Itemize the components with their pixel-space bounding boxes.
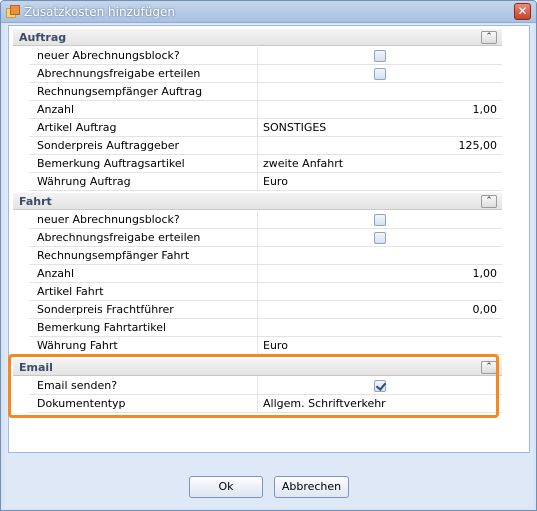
property-value[interactable]: 0,00 [259, 301, 501, 319]
group-title: Fahrt [19, 195, 52, 208]
property-label: Sonderpreis Frachtführer [29, 301, 258, 319]
property-row[interactable]: Abrechnungsfreigabe erteilen [29, 229, 502, 247]
app-icon [6, 5, 20, 19]
property-row[interactable]: Anzahl 1,00 [29, 101, 502, 119]
property-row[interactable]: Bemerkung Fahrtartikel [29, 319, 502, 337]
checkbox[interactable] [374, 50, 386, 62]
property-label: Sonderpreis Auftraggeber [29, 137, 258, 155]
collapse-icon[interactable]: ⌃ [481, 361, 497, 374]
property-label: Email senden? [29, 377, 258, 395]
property-label: neuer Abrechnungsblock? [29, 47, 258, 65]
property-value[interactable]: SONSTIGES [259, 119, 501, 137]
property-label: Anzahl [29, 265, 258, 283]
property-value[interactable]: Allgem. Schriftverkehr [259, 395, 501, 413]
collapse-icon[interactable]: ⌃ [481, 31, 497, 44]
property-value[interactable] [259, 247, 501, 265]
property-label: Bemerkung Auftragsartikel [29, 155, 258, 173]
property-label: Rechnungsempfänger Fahrt [29, 247, 258, 265]
group-header-fahrt[interactable]: Fahrt ⌃ [13, 193, 502, 210]
property-label: Abrechnungsfreigabe erteilen [29, 229, 258, 247]
property-value[interactable] [259, 319, 501, 337]
close-button[interactable]: ✕ [514, 3, 531, 20]
property-row[interactable]: neuer Abrechnungsblock? [29, 47, 502, 65]
checkbox-checked[interactable] [374, 380, 386, 392]
property-row[interactable]: Währung Fahrt Euro [29, 337, 502, 355]
property-row[interactable]: Artikel Auftrag SONSTIGES [29, 119, 502, 137]
property-label: Bemerkung Fahrtartikel [29, 319, 258, 337]
property-value[interactable]: 1,00 [259, 101, 501, 119]
collapse-icon[interactable]: ⌃ [481, 195, 497, 208]
title-bar[interactable]: Zusatzkosten hinzufügen ✕ [1, 1, 536, 23]
property-label: Währung Fahrt [29, 337, 258, 355]
property-row[interactable]: Währung Auftrag Euro [29, 173, 502, 191]
group-header-email[interactable]: Email ⌃ [13, 359, 502, 376]
property-label: Artikel Auftrag [29, 119, 258, 137]
property-row[interactable]: Rechnungsempfänger Auftrag [29, 83, 502, 101]
property-row[interactable]: neuer Abrechnungsblock? [29, 211, 502, 229]
checkbox[interactable] [374, 68, 386, 80]
property-row[interactable]: Dokumententyp Allgem. Schriftverkehr [29, 395, 502, 413]
property-value[interactable]: Euro [259, 337, 501, 355]
property-row[interactable]: Anzahl 1,00 [29, 265, 502, 283]
window-title: Zusatzkosten hinzufügen [24, 5, 175, 19]
property-value[interactable]: zweite Anfahrt [259, 155, 501, 173]
cancel-button[interactable]: Abbrechen [274, 476, 349, 498]
property-row[interactable]: Artikel Fahrt [29, 283, 502, 301]
property-label: Währung Auftrag [29, 173, 258, 191]
checkbox[interactable] [374, 232, 386, 244]
property-label: Dokumententyp [29, 395, 258, 413]
dialog-body: Auftrag ⌃ neuer Abrechnungsblock? Abrech… [5, 24, 533, 508]
dialog-window: Zusatzkosten hinzufügen ✕ Auftrag ⌃ neue… [0, 0, 537, 511]
group-title: Email [19, 361, 53, 374]
property-value[interactable] [259, 283, 501, 301]
property-value[interactable] [259, 83, 501, 101]
button-bar: Ok Abbrechen [5, 464, 533, 508]
property-label: Anzahl [29, 101, 258, 119]
property-row[interactable]: Rechnungsempfänger Fahrt [29, 247, 502, 265]
group-title: Auftrag [19, 31, 67, 44]
checkbox[interactable] [374, 214, 386, 226]
property-label: Artikel Fahrt [29, 283, 258, 301]
property-label: neuer Abrechnungsblock? [29, 211, 258, 229]
ok-button[interactable]: Ok [189, 476, 263, 498]
property-grid: Auftrag ⌃ neuer Abrechnungsblock? Abrech… [8, 25, 530, 453]
property-label: Abrechnungsfreigabe erteilen [29, 65, 258, 83]
group-header-auftrag[interactable]: Auftrag ⌃ [13, 29, 502, 46]
property-value[interactable]: 125,00 [259, 137, 501, 155]
property-label: Rechnungsempfänger Auftrag [29, 83, 258, 101]
property-row[interactable]: Bemerkung Auftragsartikel zweite Anfahrt [29, 155, 502, 173]
property-row[interactable]: Sonderpreis Auftraggeber 125,00 [29, 137, 502, 155]
property-row[interactable]: Sonderpreis Frachtführer 0,00 [29, 301, 502, 319]
property-row[interactable]: Email senden? [29, 377, 502, 395]
property-value[interactable]: Euro [259, 173, 501, 191]
property-row[interactable]: Abrechnungsfreigabe erteilen [29, 65, 502, 83]
property-value[interactable]: 1,00 [259, 265, 501, 283]
